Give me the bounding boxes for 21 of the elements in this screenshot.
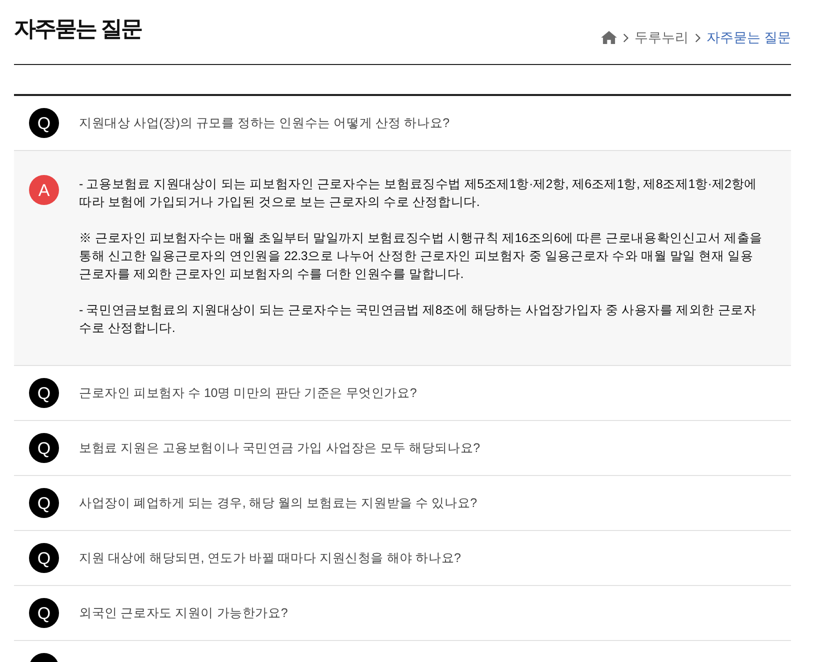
breadcrumb-link[interactable]: 두루누리 xyxy=(634,28,689,48)
question-marker: Q xyxy=(29,543,59,573)
chevron-right-icon xyxy=(622,32,629,43)
answer-paragraph: - 고용보험료 지원대상이 되는 피보험자인 근로자수는 보험료징수법 제5조제1항·제2항, 제6조제1항, 제8조제1항·제2항에 따라 보험에 가입되거나 가입된 것으로 보는 근로자의 수로 산정합니다. xyxy=(79,176,758,211)
faq-question[interactable]: Q 지원 대상에 해당되면, 연도가 바뀔 때마다 지원신청을 해야 하나요? xyxy=(14,531,791,586)
question-marker: Q xyxy=(29,378,59,408)
answer-marker: A xyxy=(29,175,59,205)
faq-question[interactable]: Q 근로자인 피보험자 수 10명 미만의 판단 기준은 무엇인가요? xyxy=(14,366,791,421)
answer-paragraph: - 국민연금보험료의 지원대상이 되는 근로자수는 국민연금법 제8조에 해당하는 사업장가입자 중 사용자를 제외한 근로자 수로 산정합니다. xyxy=(79,302,758,337)
faq-question[interactable]: Q 사업장이 폐업하게 되는 경우, 해당 월의 보험료는 지원받을 수 있나요? xyxy=(14,476,791,531)
breadcrumb-link[interactable]: 자주묻는 질문 xyxy=(706,28,791,48)
question-marker: Q xyxy=(29,598,59,628)
question-marker: Q xyxy=(29,108,59,138)
faq-question[interactable]: Q 외국인 근로자도 지원이 가능한가요? xyxy=(14,586,791,641)
chevron-right-icon xyxy=(694,32,701,43)
answer-paragraph: ※ 근로자인 피보험자수는 매월 초일부터 말일까지 보험료징수법 시행규칙 제16조의6에 따른 근로내용확인신고서 제출을 통해 신고한 일용근로자의 연인원을 22.3으로 나누어 산정한 근로자인 피보험자 중 일용근로자 수와 매월 말일 현재 일용근로자를 제외한 근로자인 피보험자의 수를 더한 인원수를 말합니다. xyxy=(79,230,764,283)
page-title: 자주묻는 질문 xyxy=(14,15,142,43)
question-marker: Q xyxy=(29,488,59,518)
home-icon[interactable] xyxy=(600,31,617,44)
question-marker: Q xyxy=(29,433,59,463)
faq-question[interactable]: Q 보험료 지원은 고용보험이나 국민연금 가입 사업장은 모두 해당되나요? xyxy=(14,421,791,476)
